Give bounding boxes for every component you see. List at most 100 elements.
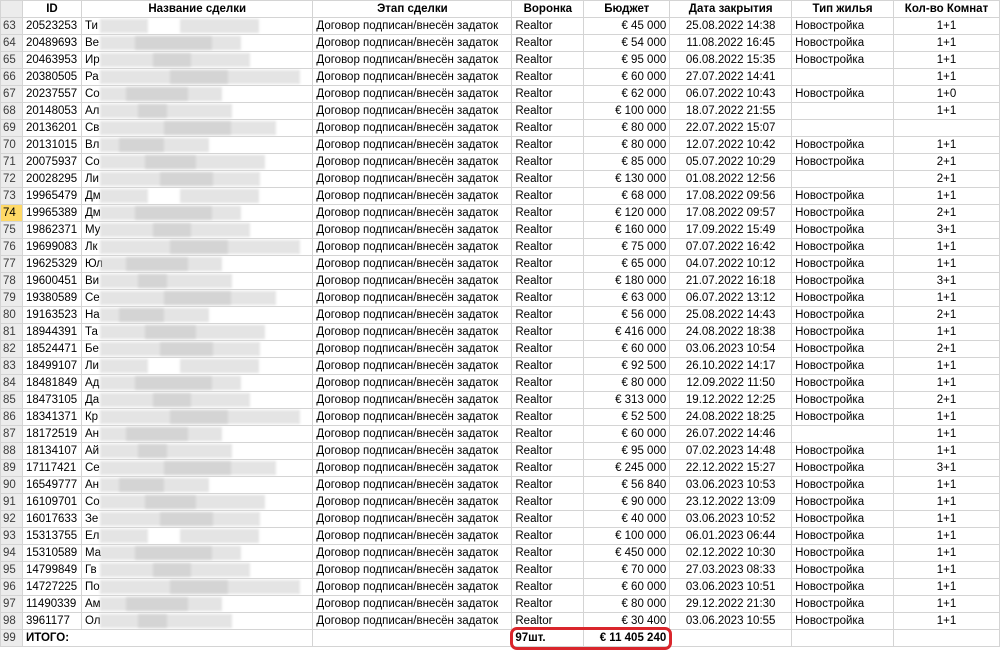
cell-housing-type[interactable]: Новостройка [791,136,894,154]
row-number[interactable]: 64 [0,34,23,52]
header-budget[interactable]: Бюджет [583,0,671,18]
cell-id[interactable]: 16549777 [21,476,82,494]
cell-housing-type[interactable] [791,170,894,188]
cell-stage[interactable]: Договор подписан/внесён задаток [312,306,513,324]
cell-stage[interactable]: Договор подписан/внесён задаток [312,340,513,358]
cell-housing-type[interactable]: Новостройка [791,51,894,69]
totals-label[interactable]: ИТОГО: [21,629,314,647]
cell-budget[interactable]: € 95 000 [583,51,671,69]
cell-id[interactable]: 18172519 [21,425,82,443]
cell-funnel[interactable]: Realtor [511,102,585,120]
cell-id[interactable]: 19600451 [21,272,82,290]
cell-funnel[interactable]: Realtor [511,612,585,630]
header-stage[interactable]: Этап сделки [312,0,513,18]
cell-funnel[interactable]: Realtor [511,119,585,137]
row-number[interactable]: 98 [0,612,23,630]
row-number[interactable]: 89 [0,459,23,477]
row-number[interactable]: 73 [0,187,23,205]
totals-empty-cell[interactable] [893,629,1000,647]
cell-rooms[interactable]: 1+0 [893,85,1000,103]
row-number[interactable]: 82 [0,340,23,358]
cell-name[interactable]: Дм [80,204,314,222]
cell-stage[interactable]: Договор подписан/внесён задаток [312,476,513,494]
cell-budget[interactable]: € 63 000 [583,289,671,307]
cell-id[interactable]: 18524471 [21,340,82,358]
cell-stage[interactable]: Договор подписан/внесён задаток [312,289,513,307]
row-number[interactable]: 88 [0,442,23,460]
cell-budget[interactable]: € 85 000 [583,153,671,171]
cell-housing-type[interactable]: Новостройка [791,527,894,545]
cell-rooms[interactable]: 1+1 [893,289,1000,307]
cell-stage[interactable]: Договор подписан/внесён задаток [312,68,513,86]
cell-id[interactable]: 18341371 [21,408,82,426]
cell-id[interactable]: 18944391 [21,323,82,341]
cell-rooms[interactable]: 3+1 [893,272,1000,290]
cell-id[interactable]: 19965389 [21,204,82,222]
cell-rooms[interactable]: 1+1 [893,425,1000,443]
cell-funnel[interactable]: Realtor [511,493,585,511]
cell-close-date[interactable]: 03.06.2023 10:55 [669,612,793,630]
row-number[interactable]: 86 [0,408,23,426]
cell-id[interactable]: 14799849 [21,561,82,579]
cell-id[interactable]: 20075937 [21,153,82,171]
cell-stage[interactable]: Договор подписан/внесён задаток [312,510,513,528]
cell-budget[interactable]: € 313 000 [583,391,671,409]
cell-close-date[interactable]: 06.07.2022 13:12 [669,289,793,307]
cell-stage[interactable]: Договор подписан/внесён задаток [312,170,513,188]
cell-name[interactable]: Та [80,323,314,341]
cell-budget[interactable]: € 80 000 [583,136,671,154]
cell-id[interactable]: 19965479 [21,187,82,205]
row-number[interactable]: 70 [0,136,23,154]
cell-stage[interactable]: Договор подписан/внесён задаток [312,34,513,52]
cell-rooms[interactable]: 2+1 [893,153,1000,171]
header-funnel[interactable]: Воронка [511,0,585,18]
cell-funnel[interactable]: Realtor [511,357,585,375]
cell-budget[interactable]: € 68 000 [583,187,671,205]
cell-close-date[interactable]: 19.12.2022 12:25 [669,391,793,409]
cell-rooms[interactable]: 2+1 [893,170,1000,188]
totals-budget[interactable]: € 11 405 240 [583,629,671,647]
cell-budget[interactable]: € 92 500 [583,357,671,375]
cell-name[interactable]: Вл [80,136,314,154]
cell-budget[interactable]: € 245 000 [583,459,671,477]
cell-budget[interactable]: € 62 000 [583,85,671,103]
cell-rooms[interactable]: 1+1 [893,476,1000,494]
row-number[interactable]: 95 [0,561,23,579]
cell-housing-type[interactable] [791,102,894,120]
cell-close-date[interactable]: 07.07.2022 16:42 [669,238,793,256]
row-number[interactable]: 93 [0,527,23,545]
cell-close-date[interactable]: 04.07.2022 10:12 [669,255,793,273]
cell-housing-type[interactable]: Новостройка [791,442,894,460]
cell-name[interactable]: Лк [80,238,314,256]
cell-funnel[interactable]: Realtor [511,425,585,443]
cell-rooms[interactable]: 1+1 [893,51,1000,69]
cell-name[interactable]: На [80,306,314,324]
cell-funnel[interactable]: Realtor [511,170,585,188]
cell-housing-type[interactable]: Новостройка [791,272,894,290]
cell-name[interactable]: Да [80,391,314,409]
cell-name[interactable]: Дм [80,187,314,205]
cell-id[interactable]: 19699083 [21,238,82,256]
row-number[interactable]: 66 [0,68,23,86]
cell-budget[interactable]: € 30 400 [583,612,671,630]
cell-housing-type[interactable]: Новостройка [791,493,894,511]
cell-id[interactable]: 17117421 [21,459,82,477]
cell-housing-type[interactable]: Новостройка [791,374,894,392]
row-number[interactable]: 80 [0,306,23,324]
cell-budget[interactable]: € 65 000 [583,255,671,273]
cell-stage[interactable]: Договор подписан/внесён задаток [312,51,513,69]
cell-rooms[interactable]: 1+1 [893,323,1000,341]
header-close-date[interactable]: Дата закрытия [669,0,793,18]
cell-close-date[interactable]: 07.02.2023 14:48 [669,442,793,460]
cell-close-date[interactable]: 22.07.2022 15:07 [669,119,793,137]
cell-budget[interactable]: € 100 000 [583,527,671,545]
cell-stage[interactable]: Договор подписан/внесён задаток [312,153,513,171]
cell-name[interactable]: Со [80,85,314,103]
cell-rooms[interactable]: 2+1 [893,306,1000,324]
row-number[interactable]: 85 [0,391,23,409]
cell-id[interactable]: 19862371 [21,221,82,239]
cell-funnel[interactable]: Realtor [511,476,585,494]
cell-stage[interactable]: Договор подписан/внесён задаток [312,204,513,222]
cell-rooms[interactable]: 1+1 [893,357,1000,375]
cell-name[interactable]: Му [80,221,314,239]
